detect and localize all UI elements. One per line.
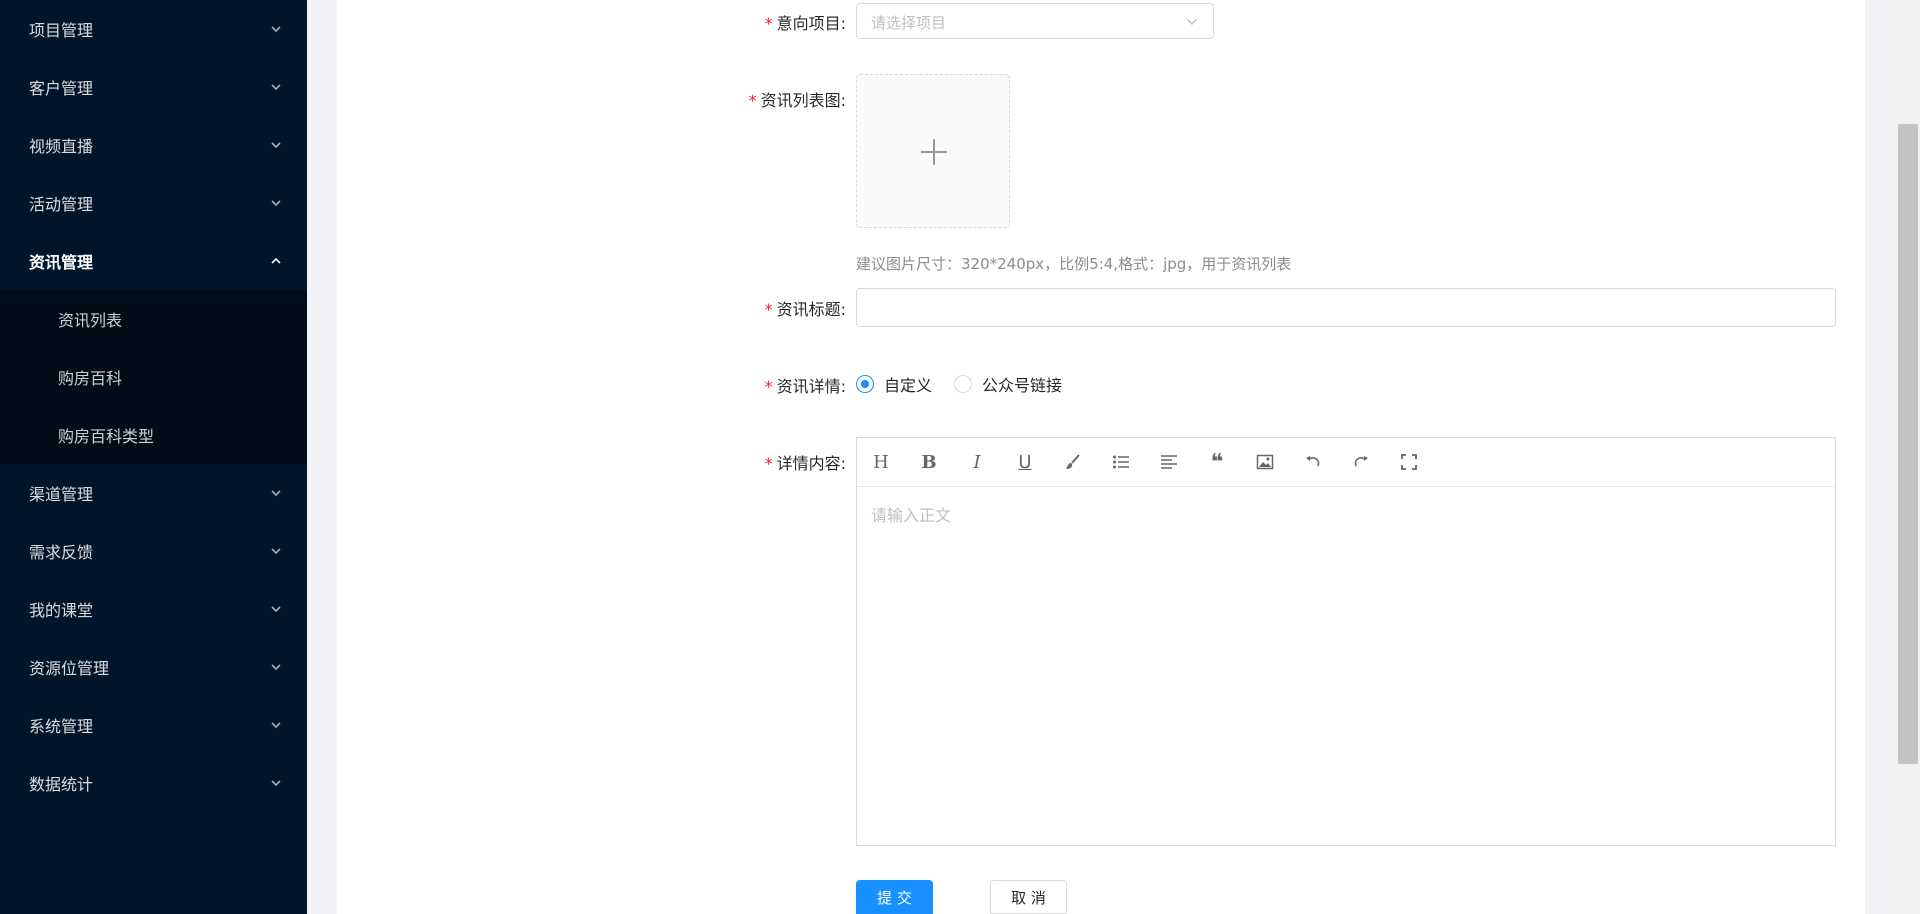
image-size-hint: 建议图片尺寸：320*240px，比例5:4,格式：jpg，用于资讯列表 xyxy=(856,255,1292,273)
sidebar-item-news-management[interactable]: 资讯管理 xyxy=(0,232,307,290)
chevron-down-icon xyxy=(271,490,281,497)
sidebar-item-label: 活动管理 xyxy=(29,195,94,214)
quote-icon[interactable]: ❝ xyxy=(1205,450,1229,475)
chevron-up-icon xyxy=(271,257,281,264)
sidebar-item-label: 数据统计 xyxy=(29,775,94,794)
submenu-item-label: 资讯列表 xyxy=(58,311,123,330)
radio-label: 自定义 xyxy=(884,376,933,395)
image-upload-box[interactable] xyxy=(856,74,1010,228)
sidebar-item-label: 视频直播 xyxy=(29,137,94,156)
chevron-down-icon xyxy=(1186,18,1198,25)
list-image-label: * 资讯列表图: xyxy=(646,87,846,111)
submenu-item-news-list[interactable]: 资讯列表 xyxy=(0,290,307,348)
content-label: * 详情内容: xyxy=(646,450,846,474)
submit-button[interactable]: 提 交 xyxy=(856,880,933,914)
sidebar-item-channel-management[interactable]: 渠道管理 xyxy=(0,464,307,522)
sidebar-item-activity-management[interactable]: 活动管理 xyxy=(0,174,307,232)
brush-icon[interactable] xyxy=(1061,450,1085,474)
undo-icon[interactable] xyxy=(1301,450,1325,474)
sidebar-item-label: 系统管理 xyxy=(29,717,94,736)
project-select[interactable]: 请选择项目 xyxy=(856,3,1214,39)
chevron-down-icon xyxy=(271,200,281,207)
submenu-item-label: 购房百科 xyxy=(58,369,123,388)
title-label: * 资讯标题: xyxy=(646,296,846,320)
sidebar-item-label: 资源位管理 xyxy=(29,659,110,678)
rich-text-editor: H B I U ❝ 请输入正文 xyxy=(856,437,1836,846)
bullet-list-icon[interactable] xyxy=(1109,450,1133,474)
title-label-text: 资讯标题: xyxy=(776,300,846,319)
sidebar-item-label: 渠道管理 xyxy=(29,485,94,504)
radio-wechat-link[interactable]: 公众号链接 xyxy=(954,372,1062,396)
chevron-down-icon xyxy=(271,548,281,555)
required-mark: * xyxy=(764,300,773,319)
radio-label: 公众号链接 xyxy=(982,376,1063,395)
required-mark: * xyxy=(748,91,757,110)
sidebar-item-label: 客户管理 xyxy=(29,79,94,98)
submenu-item-home-buying-wiki[interactable]: 购房百科 xyxy=(0,348,307,406)
project-label-text: 意向项目: xyxy=(776,14,846,33)
editor-toolbar: H B I U ❝ xyxy=(857,438,1835,487)
sidebar-item-my-classroom[interactable]: 我的课堂 xyxy=(0,580,307,638)
align-left-icon[interactable] xyxy=(1157,450,1181,474)
radio-circle xyxy=(954,375,972,393)
sidebar-item-label: 我的课堂 xyxy=(29,601,94,620)
cancel-button[interactable]: 取 消 xyxy=(990,880,1067,914)
required-mark: * xyxy=(764,377,773,396)
sidebar-item-project-management[interactable]: 项目管理 xyxy=(0,0,307,58)
radio-custom[interactable]: 自定义 xyxy=(856,372,932,396)
radio-circle-checked xyxy=(856,375,874,393)
submenu-item-label: 购房百科类型 xyxy=(58,427,155,446)
chevron-down-icon xyxy=(271,142,281,149)
sidebar-item-live-video[interactable]: 视频直播 xyxy=(0,116,307,174)
chevron-down-icon xyxy=(271,722,281,729)
detail-label: * 资讯详情: xyxy=(646,373,846,397)
underline-icon[interactable]: U xyxy=(1013,450,1037,474)
bold-icon[interactable]: B xyxy=(917,450,941,474)
italic-icon[interactable]: I xyxy=(965,450,989,474)
sidebar-item-resource-slots[interactable]: 资源位管理 xyxy=(0,638,307,696)
detail-label-text: 资讯详情: xyxy=(776,377,846,396)
submenu-item-wiki-types[interactable]: 购房百科类型 xyxy=(0,406,307,464)
chevron-down-icon xyxy=(271,26,281,33)
sidebar-item-data-statistics[interactable]: 数据统计 xyxy=(0,754,307,812)
image-icon[interactable] xyxy=(1253,450,1277,474)
chevron-down-icon xyxy=(271,606,281,613)
sidebar-item-label: 需求反馈 xyxy=(29,543,94,562)
sidebar-item-customer-management[interactable]: 客户管理 xyxy=(0,58,307,116)
scrollbar-thumb[interactable] xyxy=(1898,124,1918,764)
sidebar-item-label: 项目管理 xyxy=(29,21,94,40)
sidebar-item-label: 资讯管理 xyxy=(29,253,94,272)
sidebar-item-system-management[interactable]: 系统管理 xyxy=(0,696,307,754)
chevron-down-icon xyxy=(271,84,281,91)
content-label-text: 详情内容: xyxy=(776,454,846,473)
fullscreen-icon[interactable] xyxy=(1397,450,1421,474)
sidebar: 项目管理 客户管理 视频直播 活动管理 资讯管理 资讯列表 购房百科 购房百科类… xyxy=(0,0,307,914)
project-select-placeholder: 请选择项目 xyxy=(871,14,947,32)
news-submenu: 资讯列表 购房百科 购房百科类型 xyxy=(0,290,307,464)
required-mark: * xyxy=(764,454,773,473)
editor-placeholder[interactable]: 请输入正文 xyxy=(871,502,951,526)
chevron-down-icon xyxy=(271,664,281,671)
title-input[interactable] xyxy=(856,288,1836,327)
plus-icon xyxy=(921,139,947,165)
sidebar-item-feedback[interactable]: 需求反馈 xyxy=(0,522,307,580)
list-image-label-text: 资讯列表图: xyxy=(760,91,846,110)
required-mark: * xyxy=(764,14,773,33)
project-label: * 意向项目: xyxy=(646,10,846,34)
redo-icon[interactable] xyxy=(1349,450,1373,474)
chevron-down-icon xyxy=(271,780,281,787)
heading-icon[interactable]: H xyxy=(869,450,893,474)
